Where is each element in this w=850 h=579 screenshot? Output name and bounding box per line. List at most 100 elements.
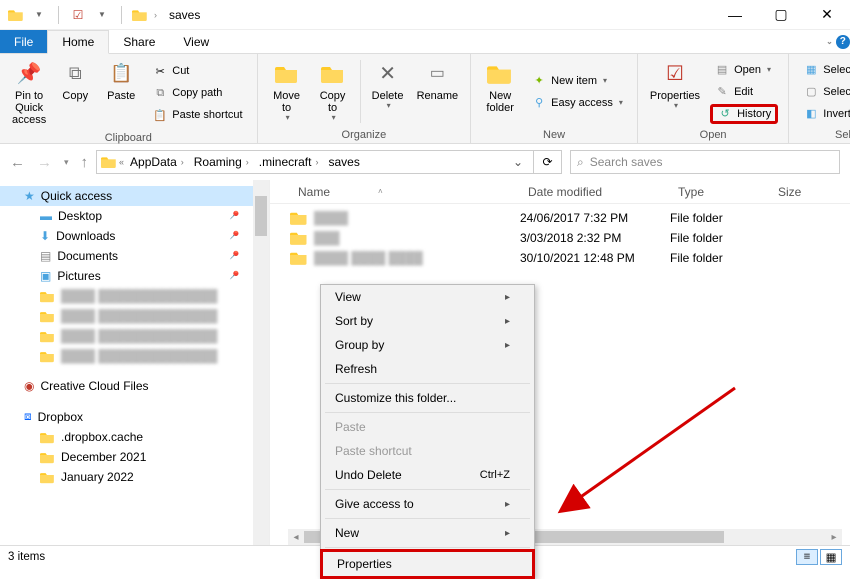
delete-button[interactable]: ✕ Delete▾ [365, 56, 411, 127]
file-date: 24/06/2017 7:32 PM [520, 211, 670, 225]
copy-to-button[interactable]: Copy to▾ [310, 56, 356, 127]
sidebar-quick-access[interactable]: ★Quick access [0, 186, 269, 206]
address-dropdown[interactable]: ⌄ [507, 155, 529, 169]
tab-share[interactable]: Share [109, 30, 169, 53]
sidebar-dec-2021[interactable]: December 2021 [0, 447, 269, 467]
open-button[interactable]: ▤Open▾ [710, 60, 778, 80]
ctx-refresh[interactable]: Refresh [321, 357, 534, 381]
crumb-saves[interactable]: saves [324, 155, 363, 169]
crumb-appdata[interactable]: AppData› [126, 155, 188, 169]
back-button[interactable]: ← [10, 154, 25, 171]
maximize-button[interactable]: ▢ [758, 0, 804, 30]
up-button[interactable]: ↑ [81, 154, 89, 171]
file-row[interactable]: ███ 3/03/2018 2:32 PM File folder [270, 228, 850, 248]
recent-locations[interactable]: ▾ [64, 157, 69, 168]
ctx-undo-delete[interactable]: Undo DeleteCtrl+Z [321, 463, 534, 487]
details-view-button[interactable]: ≡ [796, 549, 818, 565]
window-title: saves [165, 8, 200, 22]
folder-icon [290, 230, 308, 246]
properties-icon: ☑ [666, 63, 684, 85]
crumb-minecraft[interactable]: .minecraft› [255, 155, 323, 169]
new-item-icon: ✦ [531, 73, 547, 89]
qat-dropdown[interactable]: ▼ [30, 6, 48, 24]
address-bar-row: ← → ▾ ↑ « AppData› Roaming› .minecraft› … [0, 144, 850, 180]
copy-icon: ⧉ [69, 64, 82, 84]
tab-file[interactable]: File [0, 30, 47, 53]
qat-properties-icon[interactable]: ☑ [69, 6, 87, 24]
select-none-button[interactable]: ▢Select none [799, 82, 850, 102]
chevron-right-icon: ▸ [505, 292, 510, 303]
refresh-button[interactable]: ⟳ [534, 150, 562, 174]
copy-button[interactable]: ⧉ Copy [52, 56, 98, 130]
col-type[interactable]: Type [670, 185, 770, 199]
properties-button[interactable]: ☑ Properties▾ [644, 56, 706, 127]
ctx-view[interactable]: View▸ [321, 285, 534, 309]
crumb-roaming[interactable]: Roaming› [190, 155, 253, 169]
forward-button[interactable]: → [37, 154, 52, 171]
col-size[interactable]: Size [770, 185, 830, 199]
file-row[interactable]: ████ ████ ████ 30/10/2021 12:48 PM File … [270, 248, 850, 268]
new-folder-button[interactable]: New folder [477, 56, 523, 127]
tab-view[interactable]: View [169, 30, 223, 53]
address-bar[interactable]: « AppData› Roaming› .minecraft› saves ⌄ [96, 150, 534, 174]
tab-home[interactable]: Home [47, 30, 109, 54]
close-button[interactable]: ✕ [804, 0, 850, 30]
sidebar-pinned-folder[interactable]: ████ ██████████████ [0, 326, 269, 346]
sidebar-jan-2022[interactable]: January 2022 [0, 467, 269, 487]
sidebar-creative-cloud[interactable]: ◉Creative Cloud Files [0, 376, 269, 396]
edit-button[interactable]: ✎Edit [710, 82, 778, 102]
sidebar-pictures[interactable]: ▣Pictures📍 [0, 266, 269, 286]
sidebar-pinned-folder[interactable]: ████ ██████████████ [0, 346, 269, 366]
column-headers[interactable]: Name˄ Date modified Type Size [270, 180, 850, 204]
easy-access-button[interactable]: ⚲Easy access▾ [527, 93, 627, 113]
rename-button[interactable]: ▭ Rename [411, 56, 465, 127]
ctx-sort-by[interactable]: Sort by▸ [321, 309, 534, 333]
sidebar-documents[interactable]: ▤Documents📍 [0, 246, 269, 266]
col-name[interactable]: Name˄ [290, 185, 520, 199]
sidebar-dropbox-cache[interactable]: .dropbox.cache [0, 427, 269, 447]
move-to-button[interactable]: Move to▾ [264, 56, 310, 127]
search-box[interactable]: ⌕ Search saves [570, 150, 840, 174]
sidebar-dropbox[interactable]: ⧈Dropbox [0, 406, 269, 427]
history-button[interactable]: ↺History [710, 104, 778, 124]
chevron-right-icon: ▸ [505, 528, 510, 539]
file-date: 3/03/2018 2:32 PM [520, 231, 670, 245]
qat-folder-icon [132, 8, 148, 22]
paste-button[interactable]: 📋 Paste [98, 56, 144, 130]
titlebar: ▼ ☑ ▼ › saves — ▢ ✕ [0, 0, 850, 30]
minimize-button[interactable]: — [712, 0, 758, 30]
ctx-customize[interactable]: Customize this folder... [321, 386, 534, 410]
sidebar-desktop[interactable]: ▬Desktop📍 [0, 206, 269, 226]
ctx-properties[interactable]: Properties [320, 549, 535, 579]
file-name: ████ ████ ████ [314, 251, 520, 265]
chevron-right-icon: ▸ [505, 499, 510, 510]
new-item-button[interactable]: ✦New item▾ [527, 71, 627, 91]
select-all-icon: ▦ [803, 62, 819, 78]
downloads-icon: ⬇ [40, 229, 50, 243]
delete-icon: ✕ [379, 63, 396, 85]
invert-selection-button[interactable]: ◧Invert selection [799, 104, 850, 124]
invert-selection-icon: ◧ [803, 106, 819, 122]
sidebar-pinned-folder[interactable]: ████ ██████████████ [0, 286, 269, 306]
qat-dropdown-2[interactable]: ▼ [93, 6, 111, 24]
icons-view-button[interactable]: ▦ [820, 549, 842, 565]
star-icon: ★ [24, 189, 35, 203]
file-type: File folder [670, 251, 770, 265]
col-date[interactable]: Date modified [520, 185, 670, 199]
ctx-new[interactable]: New▸ [321, 521, 534, 545]
ctx-group-by[interactable]: Group by▸ [321, 333, 534, 357]
select-all-button[interactable]: ▦Select all [799, 60, 850, 80]
copy-path-button[interactable]: ⧉Copy path [148, 83, 246, 103]
sidebar-scrollbar[interactable] [253, 180, 269, 545]
sidebar-downloads[interactable]: ⬇Downloads📍 [0, 226, 269, 246]
select-group-label: Select [795, 127, 850, 143]
sidebar-pinned-folder[interactable]: ████ ██████████████ [0, 306, 269, 326]
ribbon-help[interactable]: ⌄? [826, 30, 850, 53]
paste-shortcut-button[interactable]: 📋Paste shortcut [148, 105, 246, 125]
cut-button[interactable]: ✂Cut [148, 61, 246, 81]
ctx-give-access[interactable]: Give access to▸ [321, 492, 534, 516]
pin-to-quick-access-button[interactable]: 📌 Pin to Quick access [6, 56, 52, 130]
file-row[interactable]: ████ 24/06/2017 7:32 PM File folder [270, 208, 850, 228]
new-group-label: New [477, 127, 631, 143]
dropbox-icon: ⧈ [24, 409, 32, 424]
